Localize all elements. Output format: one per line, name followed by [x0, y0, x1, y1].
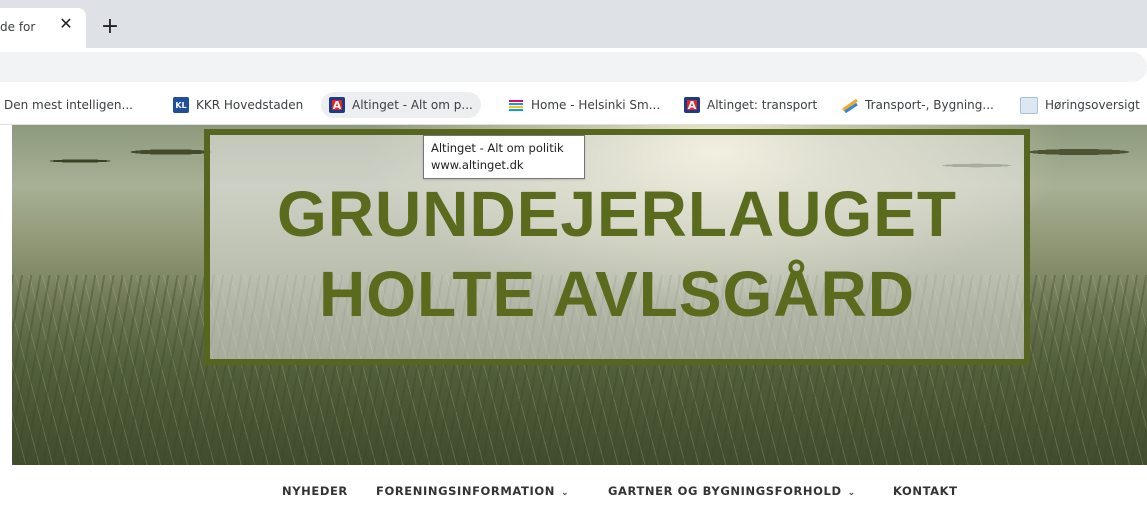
tab-title: de for: [0, 20, 36, 34]
nav-label: GARTNER OG BYGNINGSFORHOLD: [608, 484, 842, 498]
transport-icon: [842, 97, 858, 113]
bookmark-label: Den mest intelligen...: [4, 98, 133, 112]
chevron-down-icon: ⌄: [847, 488, 856, 498]
bookmark-tooltip: Altinget - Alt om politik www.altinget.d…: [423, 135, 585, 179]
site-navigation: NYHEDER FORENINGSINFORMATION ⌄ GARTNER OG…: [0, 465, 1147, 512]
nav-kontakt[interactable]: KONTAKT: [893, 484, 958, 498]
tooltip-url: www.altinget.dk: [431, 158, 524, 172]
bookmark-label: Transport-, Bygning...: [865, 98, 994, 112]
bookmark-den-mest-intelligente[interactable]: Den mest intelligen...: [4, 92, 133, 118]
bookmark-kkr-hovedstaden[interactable]: KL KKR Hovedstaden: [173, 92, 303, 118]
browser-toolbar: [0, 48, 1147, 86]
nav-label: KONTAKT: [893, 484, 958, 498]
bookmark-altinget[interactable]: A Altinget - Alt om p...: [321, 92, 481, 118]
bookmark-label: Altinget: transport: [707, 98, 818, 112]
bookmarks-bar: Den mest intelligen... KL KKR Hovedstade…: [0, 86, 1147, 125]
bookmark-altinget-transport[interactable]: A Altinget: transport: [684, 92, 817, 118]
bookmark-horingsoversigt[interactable]: Høringsoversigt: [1020, 92, 1140, 118]
nav-gartner-og-bygningsforhold[interactable]: GARTNER OG BYGNINGSFORHOLD ⌄: [608, 484, 856, 498]
site-title-box[interactable]: GRUNDEJERLAUGET HOLTE AVLSGÅRD: [204, 129, 1030, 365]
active-tab[interactable]: de for ✕: [0, 8, 86, 48]
site-title-line2: HOLTE AVLSGÅRD: [319, 258, 915, 330]
bookmark-label: Altinget - Alt om p...: [352, 98, 473, 112]
close-icon[interactable]: ✕: [56, 14, 76, 34]
nav-label: NYHEDER: [282, 484, 348, 498]
helsinki-icon: [508, 97, 524, 113]
bookmark-label: Home - Helsinki Sm...: [531, 98, 661, 112]
site-title-line1: GRUNDEJERLAUGET: [277, 178, 957, 250]
bookmark-label: KKR Hovedstaden: [196, 98, 304, 112]
bookmark-label: Høringsoversigt: [1045, 98, 1140, 112]
kl-logo-icon: KL: [173, 97, 189, 113]
new-tab-icon[interactable]: +: [98, 16, 122, 40]
nav-label: FORENINGSINFORMATION: [376, 484, 555, 498]
tooltip-title: Altinget - Alt om politik: [431, 141, 564, 155]
nav-nyheder[interactable]: NYHEDER: [282, 484, 348, 498]
nav-foreningsinformation[interactable]: FORENINGSINFORMATION ⌄: [376, 484, 569, 498]
bookmark-transport-bygning[interactable]: Transport-, Bygning...: [842, 92, 994, 118]
chevron-down-icon: ⌄: [560, 488, 570, 498]
address-bar[interactable]: [0, 52, 1147, 82]
bookmark-helsinki[interactable]: Home - Helsinki Sm...: [508, 92, 660, 118]
altinget-icon: A: [684, 97, 700, 113]
altinget-icon: A: [329, 97, 345, 113]
document-icon: [1020, 96, 1038, 114]
